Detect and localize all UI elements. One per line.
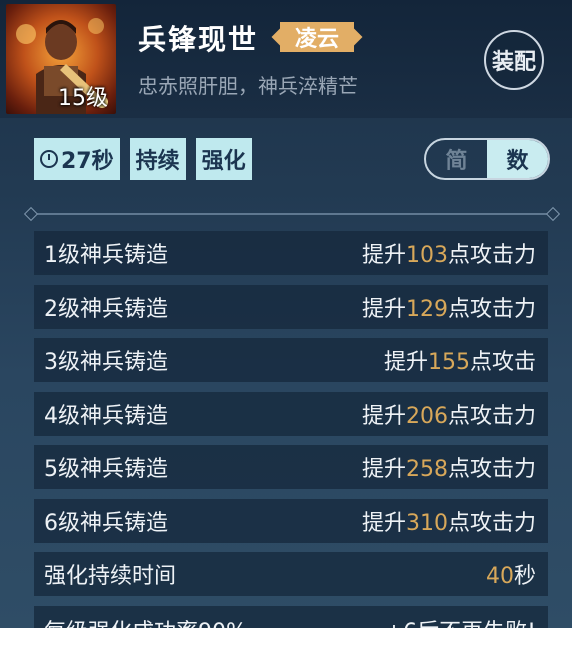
- stat-value: 提升310点攻击力: [361, 510, 536, 536]
- persistent-tag: 持续: [129, 138, 186, 180]
- clock-icon: [40, 150, 58, 168]
- skill-panel: 15级 兵锋现世 凌云 忠赤照肝胆，神兵淬精芒 装配 27秒 持续 强化 简 数…: [0, 0, 572, 628]
- skill-subtitle: 忠赤照肝胆，神兵淬精芒: [138, 74, 358, 98]
- stat-value: 提升258点攻击力: [361, 457, 536, 482]
- stat-value: 提升206点攻击力: [361, 403, 536, 429]
- stat-name: 5级神兵铸造: [44, 457, 168, 482]
- stat-value: 提升155点攻击: [383, 350, 536, 375]
- stat-name: 3级神兵铸造: [44, 350, 168, 375]
- stat-row: 1级神兵铸造 提升103点攻击力: [34, 231, 548, 275]
- skill-title: 兵锋现世: [138, 23, 259, 56]
- duration-label: 27秒: [61, 149, 114, 174]
- equip-button[interactable]: 装配: [484, 30, 544, 90]
- stat-name: 2级神兵铸造: [44, 296, 168, 322]
- skill-level: 15级: [58, 86, 108, 111]
- skill-tags: 27秒 持续 强化: [34, 138, 252, 180]
- enhance-tag: 强化: [195, 138, 252, 180]
- stat-row: 强化持续时间 40秒: [34, 552, 548, 596]
- stat-row: 3级神兵铸造 提升155点攻击: [34, 338, 548, 382]
- view-toggle[interactable]: 简 数: [424, 138, 550, 180]
- duration-tag: 27秒: [34, 138, 120, 180]
- stat-name: 1级神兵铸造: [44, 243, 168, 268]
- toggle-number[interactable]: 数: [487, 140, 548, 178]
- stat-name: 强化持续时间: [44, 564, 177, 589]
- stat-row: 6级神兵铸造 提升310点攻击力: [34, 498, 548, 543]
- toggle-simple[interactable]: 简: [426, 140, 487, 178]
- stat-row-partial: 每级强化成功率90% +6后不再失败!: [34, 605, 548, 629]
- stat-row: 4级神兵铸造 提升206点攻击力: [34, 391, 548, 436]
- stat-name: 6级神兵铸造: [44, 510, 168, 536]
- stat-value: 40秒: [485, 564, 536, 589]
- skill-portrait[interactable]: 15级: [6, 4, 116, 114]
- stat-row: 5级神兵铸造 提升258点攻击力: [34, 445, 548, 489]
- stat-value: +6后不再失败!: [385, 614, 536, 629]
- skill-header: 15级 兵锋现世 凌云 忠赤照肝胆，神兵淬精芒 装配: [0, 0, 572, 118]
- rank-badge: 凌云: [271, 22, 363, 52]
- stat-name: 4级神兵铸造: [44, 403, 168, 429]
- stat-list: 1级神兵铸造 提升103点攻击力 2级神兵铸造 提升129点攻击力 3级神兵铸造…: [34, 231, 548, 628]
- stat-name: 每级强化成功率90%: [44, 614, 247, 629]
- rank-label: 凌云: [294, 26, 339, 52]
- stat-row: 2级神兵铸造 提升129点攻击力: [34, 284, 548, 329]
- stat-value: 提升129点攻击力: [361, 296, 536, 322]
- section-divider: [30, 213, 554, 215]
- stat-value: 提升103点攻击力: [361, 243, 536, 268]
